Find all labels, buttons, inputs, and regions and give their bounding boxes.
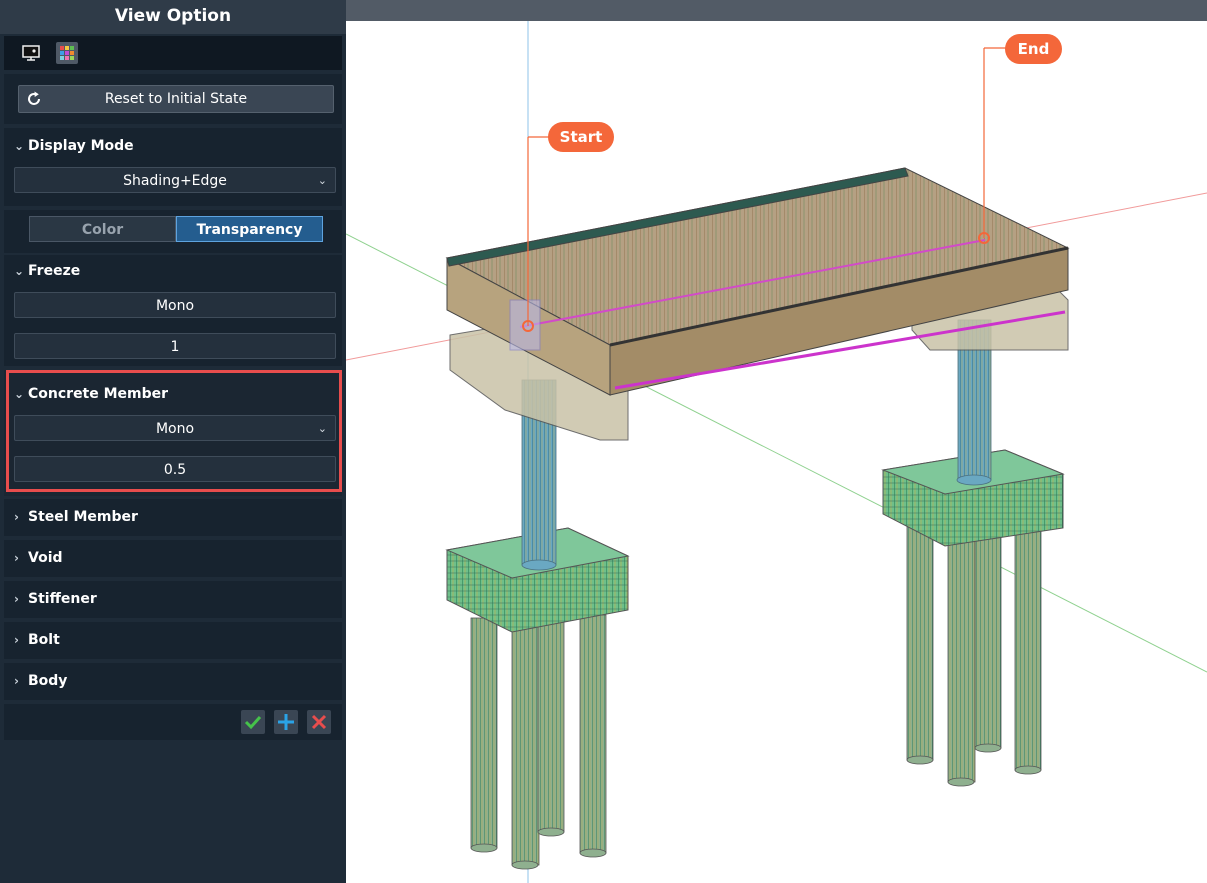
freeze-section: ⌄ Freeze Mono 1 <box>4 255 342 366</box>
end-marker-label: End <box>1005 34 1062 64</box>
view-option-panel: View Option Reset to Initial State ⌄ Dis… <box>0 0 346 883</box>
display-mode-header[interactable]: ⌄ Display Mode <box>14 138 134 154</box>
freeze-header[interactable]: ⌄ Freeze <box>14 263 80 279</box>
concrete-member-label: Concrete Member <box>28 386 169 402</box>
stiffener-header[interactable]: › Stiffener <box>14 591 97 607</box>
stiffener-label: Stiffener <box>28 591 97 607</box>
void-header[interactable]: › Void <box>14 550 63 566</box>
display-mode-value: Shading+Edge <box>123 173 227 189</box>
concrete-member-header[interactable]: ⌄ Concrete Member <box>14 386 168 402</box>
concrete-mode-value: Mono <box>155 421 195 437</box>
reset-button[interactable]: Reset to Initial State <box>18 85 334 113</box>
concrete-mode-select[interactable]: Mono ⌄ <box>14 415 336 441</box>
display-mode-select[interactable]: Shading+Edge ⌄ <box>14 167 336 193</box>
chevron-down-icon: ⌄ <box>14 387 25 401</box>
chevron-down-icon: ⌄ <box>317 422 327 435</box>
freeze-mode-value: Mono <box>155 298 195 314</box>
chevron-right-icon: › <box>14 633 19 647</box>
freeze-label: Freeze <box>28 263 81 279</box>
chevron-right-icon: › <box>14 674 19 688</box>
freeze-value: 1 <box>170 339 180 355</box>
color-transparency-toggle: Color Transparency <box>29 216 323 242</box>
steel-member-section[interactable]: › Steel Member <box>4 499 342 536</box>
check-icon <box>244 715 262 730</box>
reset-section: Reset to Initial State <box>4 74 342 124</box>
display-mode-section: ⌄ Display Mode Shading+Edge ⌄ <box>4 128 342 206</box>
body-header[interactable]: › Body <box>14 673 67 689</box>
panel-title: View Option <box>0 0 346 34</box>
stiffener-section[interactable]: › Stiffener <box>4 581 342 618</box>
add-button[interactable] <box>274 710 298 734</box>
color-tab[interactable]: Color <box>29 216 176 242</box>
close-icon <box>311 714 327 730</box>
plus-icon <box>278 714 294 730</box>
bolt-label: Bolt <box>28 632 60 648</box>
chevron-down-icon: ⌄ <box>14 139 25 153</box>
void-label: Void <box>28 550 63 566</box>
bridge-model <box>346 21 1207 883</box>
start-marker-label: Start <box>548 122 614 152</box>
chevron-down-icon: ⌄ <box>317 174 327 187</box>
freeze-mode-field[interactable]: Mono <box>14 292 336 318</box>
concrete-value: 0.5 <box>163 462 187 478</box>
chevron-right-icon: › <box>14 551 19 565</box>
display-mode-label: Display Mode <box>28 138 134 154</box>
panel-tab-bar <box>4 36 342 70</box>
color-palette-icon[interactable] <box>56 42 78 64</box>
bolt-section[interactable]: › Bolt <box>4 622 342 659</box>
concrete-member-section: ⌄ Concrete Member Mono ⌄ 0.5 <box>4 370 342 496</box>
chevron-right-icon: › <box>14 510 19 524</box>
steel-member-label: Steel Member <box>28 509 138 525</box>
body-label: Body <box>28 673 68 689</box>
start-label-text: Start <box>559 128 603 146</box>
chevron-down-icon: ⌄ <box>14 264 25 278</box>
chevron-right-icon: › <box>14 592 19 606</box>
transparency-tab[interactable]: Transparency <box>176 216 323 242</box>
3d-viewport[interactable]: Start End <box>346 0 1207 883</box>
end-label-text: End <box>1017 40 1050 58</box>
action-bar <box>4 704 342 740</box>
confirm-button[interactable] <box>241 710 265 734</box>
steel-member-header[interactable]: › Steel Member <box>14 509 138 525</box>
delete-button[interactable] <box>307 710 331 734</box>
monitor-icon[interactable] <box>20 42 42 64</box>
void-section[interactable]: › Void <box>4 540 342 577</box>
reset-label: Reset to Initial State <box>104 91 248 107</box>
freeze-value-input[interactable]: 1 <box>14 333 336 359</box>
concrete-transparency-input[interactable]: 0.5 <box>14 456 336 482</box>
body-section[interactable]: › Body <box>4 663 342 700</box>
bolt-header[interactable]: › Bolt <box>14 632 60 648</box>
mode-toggle-section: Color Transparency <box>4 210 342 253</box>
